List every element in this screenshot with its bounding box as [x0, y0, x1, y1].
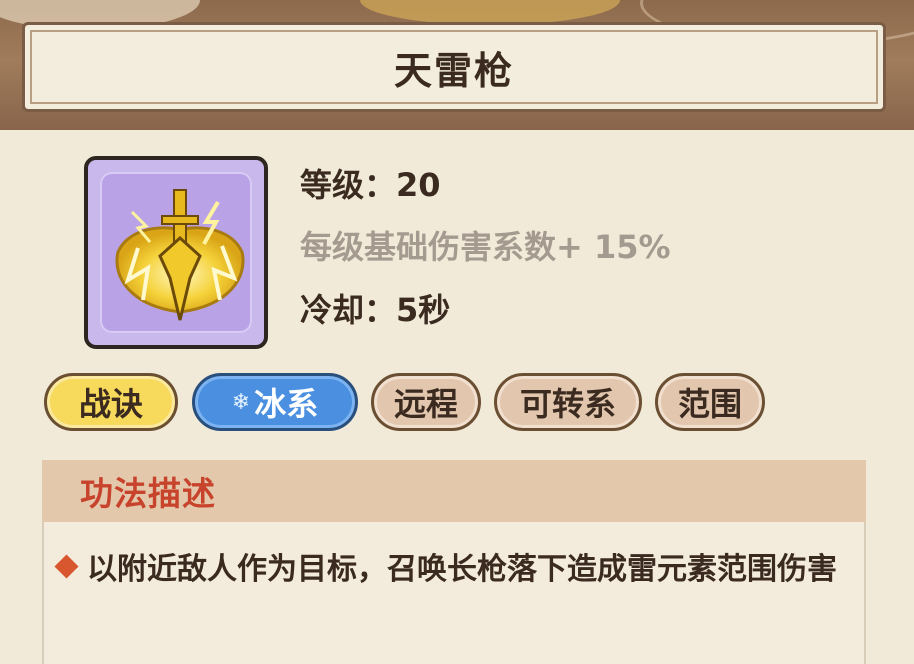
- tag-label: 范围: [677, 385, 742, 423]
- cooldown-line: 冷却：5秒: [300, 285, 450, 331]
- tag-zhanjue[interactable]: 战诀: [44, 373, 178, 431]
- level-label: 等级：: [300, 166, 397, 204]
- cooldown-label: 冷却：: [300, 291, 397, 329]
- level-line: 等级：20: [300, 160, 441, 206]
- level-value: 20: [396, 166, 441, 204]
- thunder-spear-icon: [84, 156, 268, 349]
- description-title: 功法描述: [80, 474, 216, 513]
- cooldown-value: 5秒: [396, 291, 451, 329]
- tag-label: 可转系: [519, 385, 616, 423]
- description-text: 以附近敌人作为目标，召唤长枪落下造成雷元素范围伤害: [87, 552, 837, 587]
- description-header: 功法描述: [42, 460, 866, 522]
- tag-area[interactable]: 范围: [655, 373, 765, 431]
- title-banner: 天雷枪: [22, 22, 886, 112]
- tag-label: 冰系: [254, 385, 319, 423]
- tag-convertible[interactable]: 可转系: [494, 373, 642, 431]
- description-body: 以附近敌人作为目标，召唤长枪落下造成雷元素范围伤害: [54, 540, 844, 600]
- tag-ice[interactable]: ❄ 冰系: [192, 373, 358, 431]
- tag-label: 远程: [393, 385, 458, 423]
- snowflake-icon: ❄: [231, 389, 251, 415]
- tag-ranged[interactable]: 远程: [371, 373, 481, 431]
- damage-bonus-text: 每级基础伤害系数+ 15%: [300, 228, 671, 266]
- skill-title: 天雷枪: [393, 48, 514, 93]
- tag-label: 战诀: [78, 385, 143, 423]
- bullet-diamond-icon: [54, 554, 79, 579]
